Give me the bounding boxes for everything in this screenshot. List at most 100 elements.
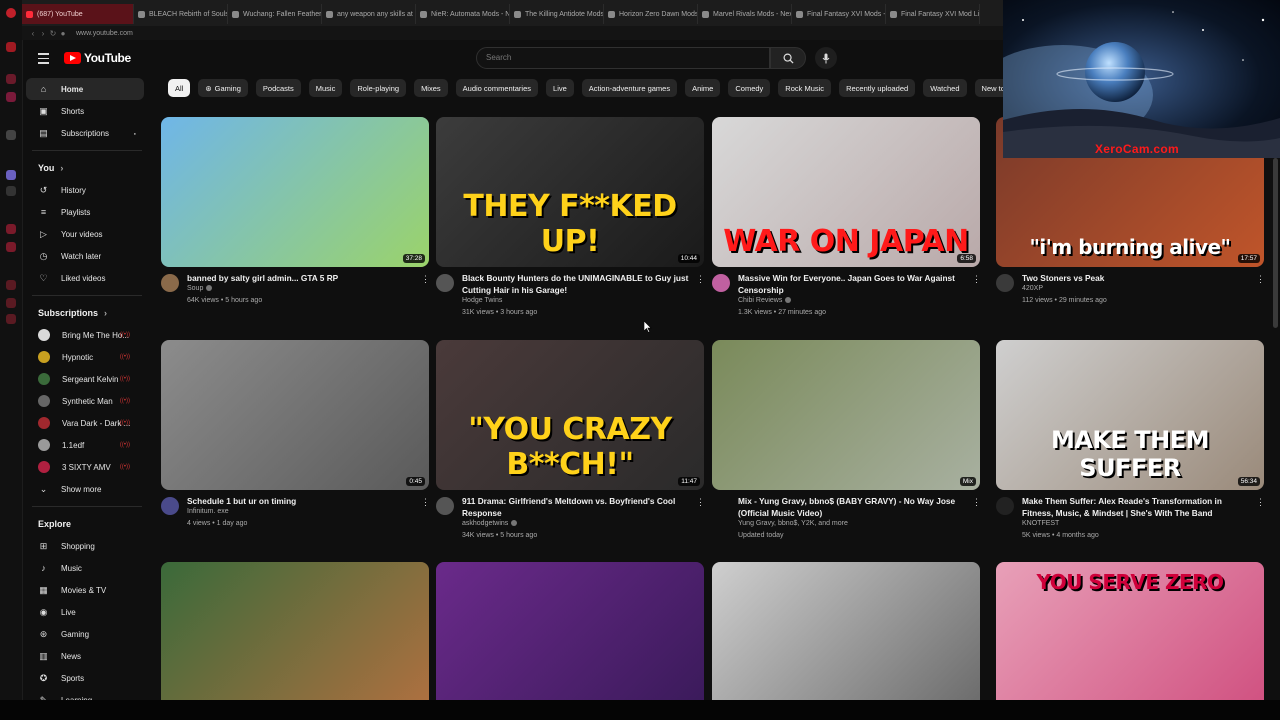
opera-logo-icon[interactable] xyxy=(6,8,16,18)
video-card[interactable]: MAKE THEM SUFFER 56:34 Make Them Suffer: A… xyxy=(996,340,1265,552)
video-title[interactable]: Schedule 1 but ur on timing xyxy=(187,496,415,508)
sidebar-item-history[interactable]: ↺ History xyxy=(26,179,144,201)
filter-chip[interactable]: Role-playing xyxy=(350,79,407,97)
sidebar-item-live[interactable]: ◉ Live xyxy=(26,601,144,623)
browser-tab[interactable]: any weapon any skills at xyxy=(322,4,416,24)
subscription-item[interactable]: Bring Me The Ho... ((•)) xyxy=(26,324,144,346)
channel-name[interactable]: KNOTFEST xyxy=(1022,520,1059,527)
video-card[interactable]: 0:45 Schedule 1 but ur on timing Infinitum… xyxy=(161,340,430,552)
x-icon[interactable] xyxy=(6,186,16,196)
voice-search-button[interactable] xyxy=(815,47,837,69)
channel-avatar[interactable] xyxy=(996,274,1014,292)
opera-ai-icon[interactable] xyxy=(6,42,16,52)
more-options-icon[interactable]: ⋮ xyxy=(696,497,705,508)
search-button[interactable] xyxy=(770,47,806,69)
video-thumbnail[interactable]: MAKE THEM SUFFER 56:34 xyxy=(996,340,1264,490)
sidebar-item-music[interactable]: ♪ Music xyxy=(26,557,144,579)
subscription-item[interactable]: Sergeant Kelvin ((•)) xyxy=(26,368,144,390)
filter-chip[interactable]: Mixes xyxy=(414,79,448,97)
sidebar-item-sports[interactable]: ✪ Sports xyxy=(26,667,144,689)
video-thumbnail[interactable]: YOU SERVE ZERO xyxy=(996,562,1264,712)
filter-chip[interactable]: Action-adventure games xyxy=(581,79,678,97)
sidebar-item-shopping[interactable]: ⊞ Shopping xyxy=(26,535,144,557)
video-title[interactable]: Two Stoners vs Peak xyxy=(1022,273,1250,285)
filter-chip[interactable]: Podcasts xyxy=(255,79,301,97)
sidebar-item-home[interactable]: ⌂ Home xyxy=(26,78,144,100)
discord-icon[interactable] xyxy=(6,170,16,180)
channel-name[interactable]: 420XP xyxy=(1022,285,1043,292)
channel-avatar[interactable] xyxy=(436,497,454,515)
filter-chip[interactable]: Comedy xyxy=(728,79,771,97)
subscription-item[interactable]: Hypnotic ((•)) xyxy=(26,346,144,368)
channel-name[interactable]: Hodge Twins xyxy=(462,297,502,304)
video-card[interactable]: THEY F**KED UP! 10:44 Black Bounty Hunters… xyxy=(436,117,705,329)
channel-avatar[interactable] xyxy=(436,274,454,292)
more-options-icon[interactable]: ⋮ xyxy=(1256,274,1265,285)
channel-avatar[interactable] xyxy=(712,274,730,292)
browser-tab[interactable]: Wuchang: Fallen Feathers xyxy=(228,4,322,24)
filter-chip[interactable]: Rock Music xyxy=(778,79,832,97)
filter-chip[interactable]: Recently uploaded xyxy=(839,79,916,97)
more-options-icon[interactable]: ⋮ xyxy=(421,274,430,285)
lock-icon[interactable]: ● xyxy=(58,29,68,38)
channel-name[interactable]: askhodgetwins xyxy=(462,520,518,527)
video-title[interactable]: 911 Drama: Girlfriend's Meltdown vs. Boy… xyxy=(462,496,690,519)
video-title[interactable]: Make Them Suffer: Alex Reade's Transform… xyxy=(1022,496,1250,519)
video-thumbnail[interactable]: 0:45 xyxy=(161,340,429,490)
browser-tab[interactable]: BLEACH Rebirth of Souls xyxy=(134,4,228,24)
channel-avatar[interactable] xyxy=(161,274,179,292)
filter-chip[interactable]: ⊛ Gaming xyxy=(198,79,248,97)
video-thumbnail[interactable] xyxy=(436,562,704,712)
sidebar-item-liked-videos[interactable]: ♡ Liked videos xyxy=(26,267,144,289)
sidebar-item-learning[interactable]: ✎ Learning xyxy=(26,689,144,701)
video-title[interactable]: Mix - Yung Gravy, bbno$ (BABY GRAVY) - N… xyxy=(738,496,966,519)
reload-icon[interactable]: ↻ xyxy=(48,29,58,38)
more-options-icon[interactable]: ⋮ xyxy=(972,497,981,508)
more-options-icon[interactable]: ⋮ xyxy=(421,497,430,508)
video-card[interactable] xyxy=(712,562,980,712)
sidebar-item-watch-later[interactable]: ◷ Watch later xyxy=(26,245,144,267)
subscriptions-heading[interactable]: Subscriptions › xyxy=(22,302,152,324)
video-card[interactable]: 37:28 banned by salty girl admin... GTA 5… xyxy=(161,117,430,329)
sidebar-item-your-videos[interactable]: ▷ Your videos xyxy=(26,223,144,245)
video-card[interactable] xyxy=(161,562,429,712)
filter-chip[interactable]: New to you xyxy=(974,79,1003,97)
channel-name[interactable]: Infinitum. exe xyxy=(187,508,229,515)
video-thumbnail[interactable] xyxy=(161,562,429,712)
history-side-icon[interactable] xyxy=(6,280,16,290)
menu-icon[interactable] xyxy=(38,53,49,67)
url-field[interactable]: www.youtube.com xyxy=(76,30,133,37)
you-heading[interactable]: You › xyxy=(22,157,152,179)
filter-chip[interactable]: Live xyxy=(546,79,574,97)
sidebar-app-icon[interactable] xyxy=(6,242,16,252)
browser-tab[interactable]: The Killing Antidote Mods xyxy=(510,4,604,24)
subscription-item[interactable]: 3 SIXTY AMV ((•)) xyxy=(26,456,144,478)
video-title[interactable]: banned by salty girl admin... GTA 5 RP xyxy=(187,273,415,285)
more-options-icon[interactable]: ⋮ xyxy=(1256,497,1265,508)
music-player-icon[interactable] xyxy=(6,130,16,140)
show-more-button[interactable]: ⌄ Show more xyxy=(26,478,144,500)
filter-chip[interactable]: All xyxy=(168,79,191,97)
sidebar-item-news[interactable]: ▥ News xyxy=(26,645,144,667)
sidebar-app-icon[interactable] xyxy=(6,224,16,234)
channel-name[interactable]: Soup xyxy=(187,285,213,292)
forward-icon[interactable]: › xyxy=(38,29,48,38)
browser-tab[interactable]: Marvel Rivals Mods - Nex xyxy=(698,4,792,24)
subscription-item[interactable]: 1.1edf ((•)) xyxy=(26,434,144,456)
sidebar-item-shorts[interactable]: ▣ Shorts xyxy=(26,100,144,122)
browser-tab[interactable]: Final Fantasy XVI Mod Li xyxy=(886,4,980,24)
channel-name[interactable]: Chibi Reviews xyxy=(738,297,792,304)
video-thumbnail[interactable]: Mix xyxy=(712,340,980,490)
browser-tab[interactable]: Final Fantasy XVI Mods - xyxy=(792,4,886,24)
channel-avatar[interactable] xyxy=(161,497,179,515)
messenger-icon[interactable] xyxy=(6,74,16,84)
video-thumbnail[interactable]: 37:28 xyxy=(161,117,429,267)
channel-avatar[interactable] xyxy=(996,497,1014,515)
video-card[interactable] xyxy=(436,562,704,712)
page-scrollbar[interactable] xyxy=(1273,158,1278,328)
sidebar-item-movies-tv[interactable]: ▦ Movies & TV xyxy=(26,579,144,601)
video-card[interactable]: YOU SERVE ZERO xyxy=(996,562,1264,712)
instagram-icon[interactable] xyxy=(6,92,16,102)
video-title[interactable]: Black Bounty Hunters do the UNIMAGINABLE… xyxy=(462,273,690,296)
browser-tab[interactable]: Horizon Zero Dawn Mods xyxy=(604,4,698,24)
